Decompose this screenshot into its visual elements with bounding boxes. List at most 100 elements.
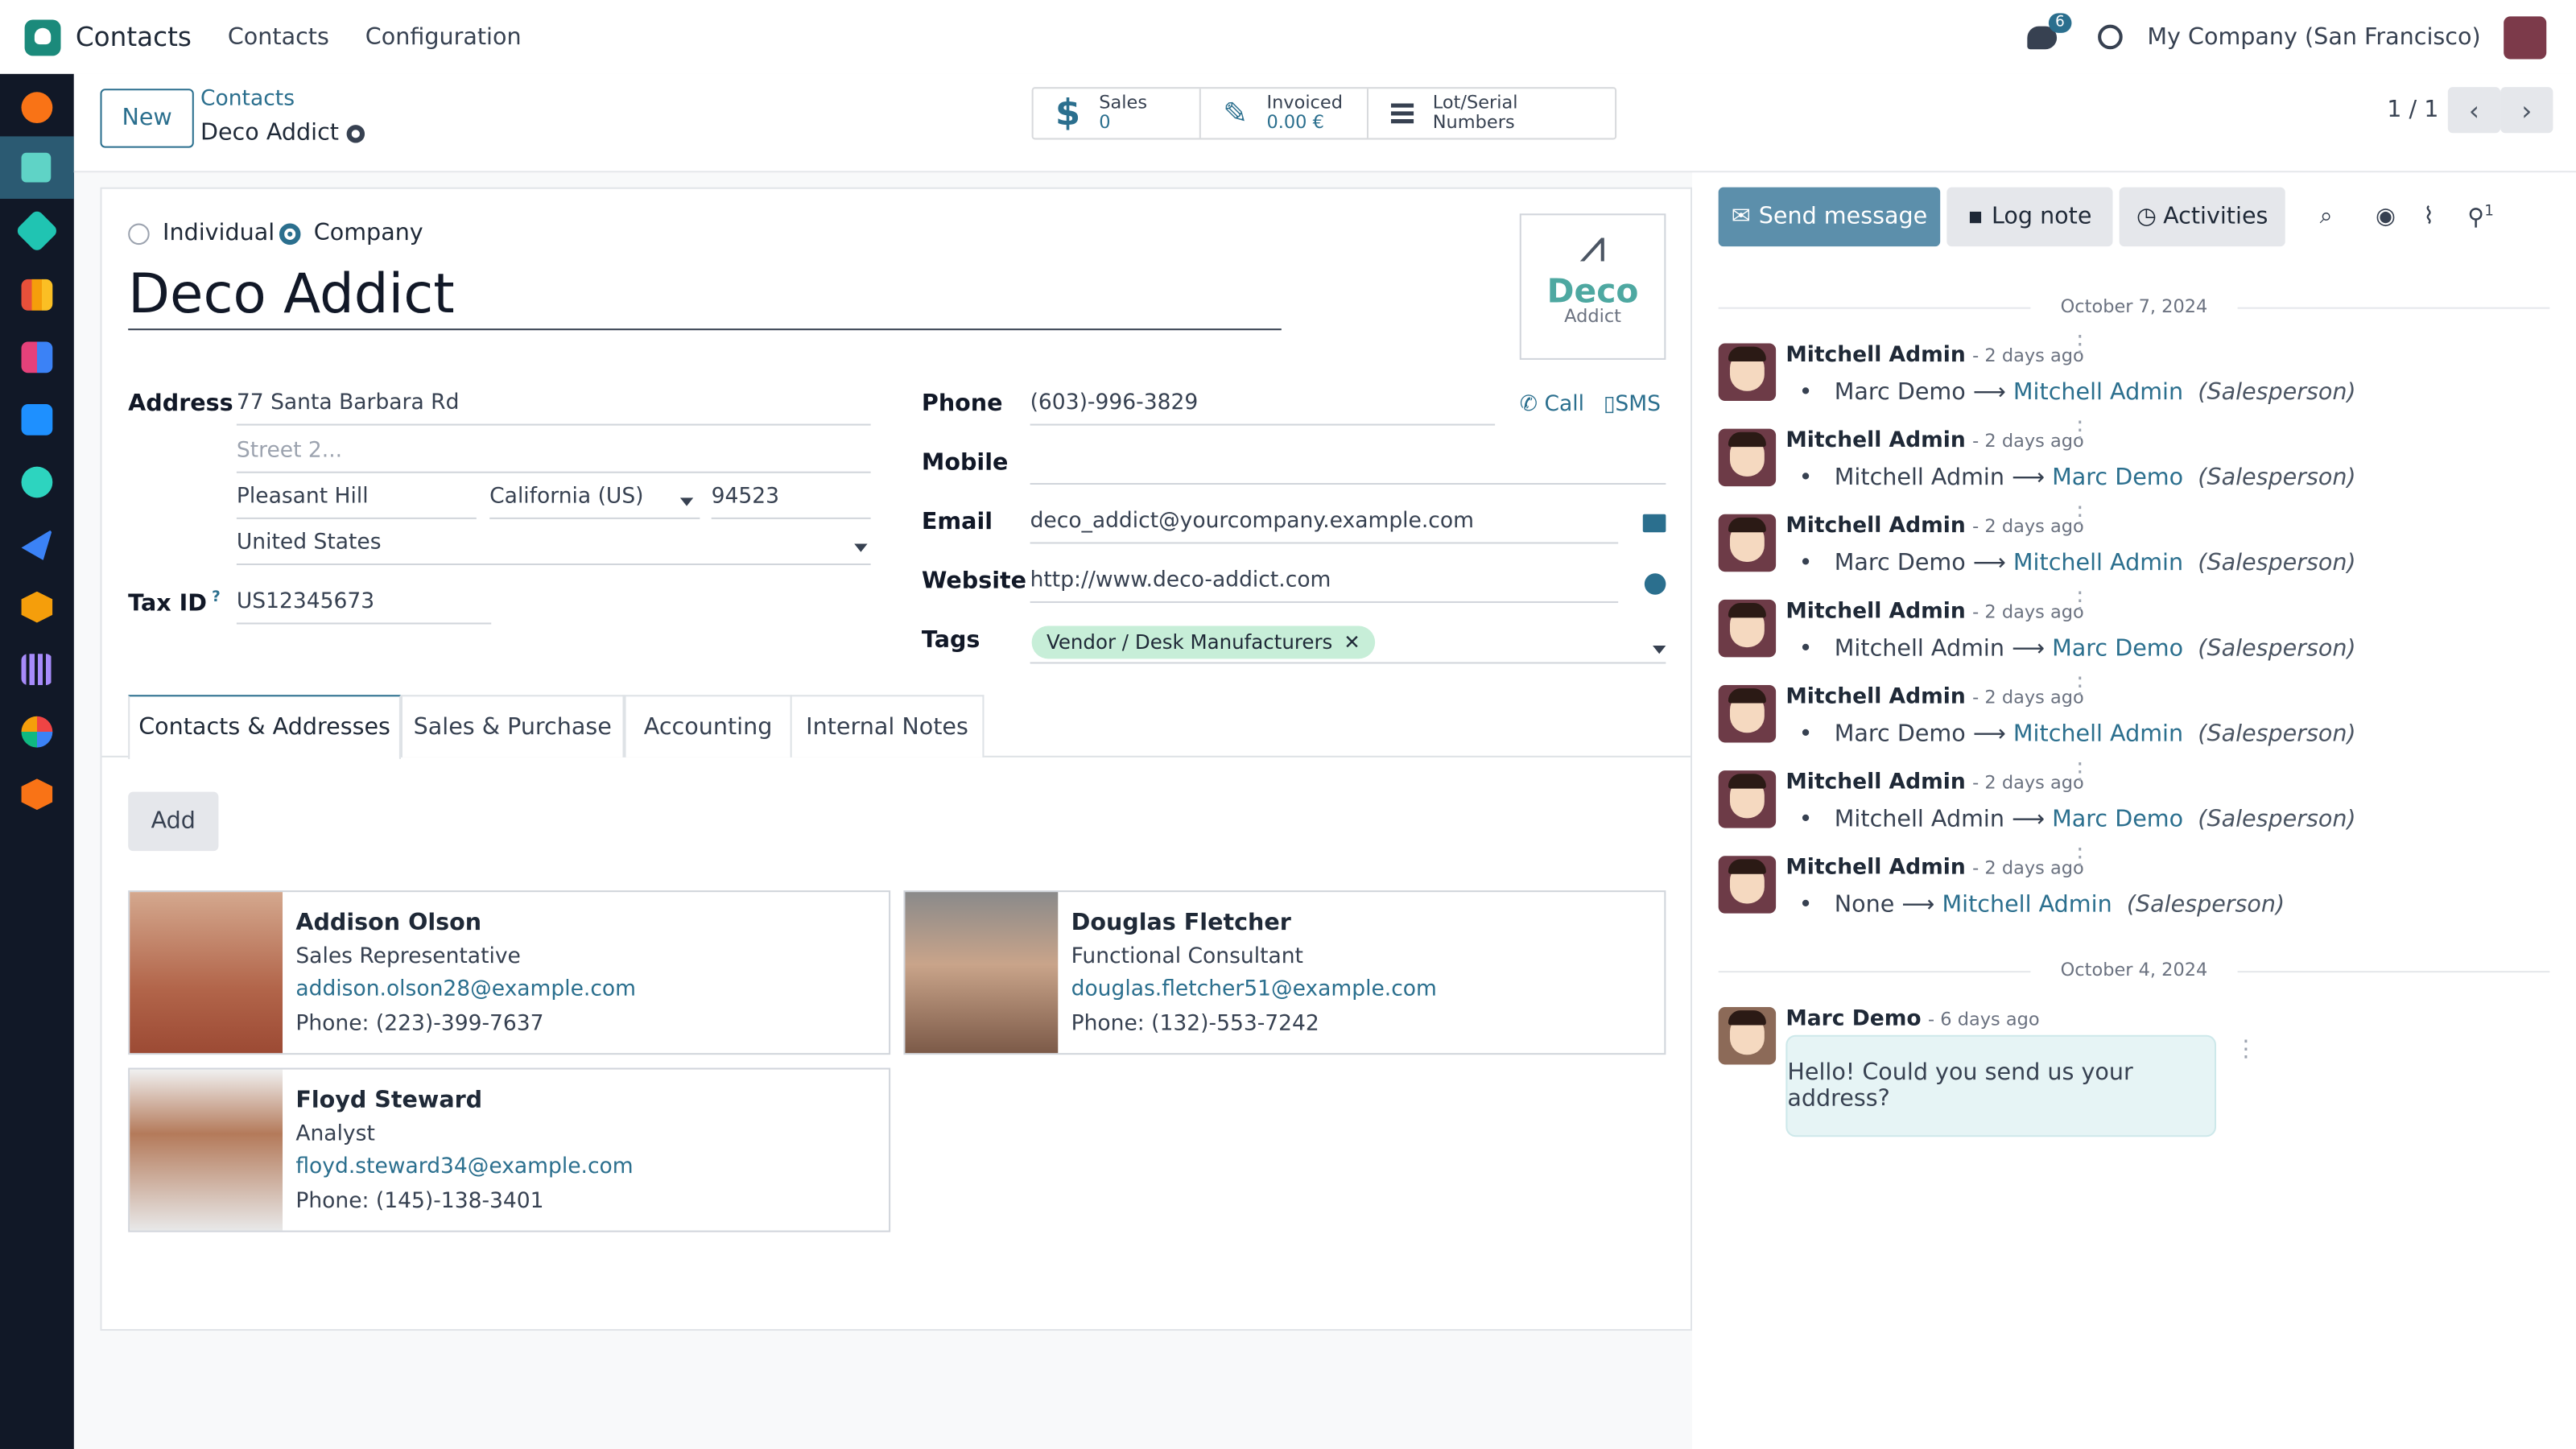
followers-icon[interactable]: ⚲1 — [2467, 204, 2494, 231]
control-panel: New Contacts Deco Addict $ Sales 0 ✎ Invo… — [73, 73, 2576, 173]
sales-smart-button[interactable]: $ Sales 0 — [1034, 89, 1201, 138]
more-options-icon[interactable]: ⋮ — [2068, 333, 2091, 357]
author-avatar[interactable] — [1718, 1007, 1777, 1065]
message-author[interactable]: Mitchell Admin — [1785, 770, 1965, 795]
app-name[interactable]: Contacts — [76, 22, 192, 53]
author-avatar[interactable] — [1718, 685, 1777, 743]
pager-next-button[interactable]: › — [2500, 87, 2553, 134]
discuss-app-icon[interactable] — [21, 92, 53, 124]
tracking-value: • Mitchell Admin ⟶ Marc Demo (Salesperso… — [1798, 464, 2356, 492]
message-author[interactable]: Mitchell Admin — [1785, 514, 1965, 539]
email-marketing-icon[interactable] — [21, 529, 53, 560]
activity-clock-icon[interactable] — [2098, 24, 2123, 50]
taxid-input[interactable]: US12345673 — [236, 585, 492, 625]
call-button[interactable]: ✆ Call — [1520, 393, 1584, 418]
barcode-icon[interactable] — [21, 654, 53, 686]
contact-email[interactable]: addison.olson28@example.com — [295, 974, 636, 1008]
message-author[interactable]: Mitchell Admin — [1785, 685, 1965, 710]
email-input[interactable]: deco_addict@yourcompany.example.com — [1030, 505, 1619, 544]
user-avatar[interactable] — [2504, 15, 2547, 59]
close-icon[interactable]: ✕ — [1344, 631, 1360, 654]
message-author[interactable]: Mitchell Admin — [1785, 600, 1965, 625]
sms-button[interactable]: ▯SMS — [1604, 393, 1661, 418]
pager-previous-button[interactable]: ‹ — [2447, 87, 2501, 134]
apps-store-icon[interactable] — [21, 778, 53, 811]
inventory-wave-icon[interactable] — [21, 466, 53, 498]
more-options-icon[interactable]: ⋮ — [2068, 846, 2091, 869]
settings-wheel-icon[interactable] — [21, 716, 53, 748]
sales-tag-icon[interactable] — [14, 208, 60, 254]
tab-contacts-addresses[interactable]: Contacts & Addresses — [128, 695, 401, 759]
company-logo-image[interactable]: ⩘ Deco Addict — [1519, 213, 1666, 360]
old-value: Mitchell Admin — [1834, 464, 2004, 492]
type-individual-radio[interactable]: Individual — [128, 220, 275, 246]
author-avatar[interactable] — [1718, 856, 1777, 914]
more-options-icon[interactable]: ⋮ — [2068, 590, 2091, 613]
breadcrumb-parent[interactable]: Contacts — [200, 87, 295, 112]
discuss-chat-icon[interactable]: 6 — [2027, 12, 2071, 49]
state-select[interactable]: California (US) — [489, 480, 700, 519]
tab-accounting[interactable]: Accounting — [624, 695, 792, 758]
message-author[interactable]: Marc Demo — [1785, 1007, 1921, 1032]
tab-sales-purchase[interactable]: Sales & Purchase — [400, 695, 625, 758]
tab-internal-notes[interactable]: Internal Notes — [790, 695, 985, 758]
invoiced-smart-button[interactable]: ✎ Invoiced 0.00 € — [1201, 89, 1368, 138]
author-avatar[interactable] — [1718, 514, 1777, 572]
gear-icon[interactable] — [347, 124, 365, 142]
eye-icon[interactable]: ◉ — [2376, 204, 2396, 230]
company-switcher[interactable]: My Company (San Francisco) — [2147, 24, 2480, 51]
invoicing-icon[interactable] — [21, 404, 53, 436]
send-message-button[interactable]: ✉ Send message — [1718, 187, 1941, 247]
contact-card[interactable]: Addison Olson Sales Representative addis… — [128, 890, 891, 1055]
more-options-icon[interactable]: ⋮ — [2234, 1038, 2257, 1062]
reporting-chart-icon[interactable] — [21, 279, 53, 311]
street-input[interactable]: 77 Santa Barbara Rd — [236, 386, 871, 426]
contact-email[interactable]: floyd.steward34@example.com — [295, 1152, 633, 1186]
message-author[interactable]: Mitchell Admin — [1785, 856, 1965, 881]
new-button[interactable]: New — [100, 89, 194, 148]
new-value: Marc Demo — [2052, 807, 2184, 833]
author-avatar[interactable] — [1718, 428, 1777, 487]
help-icon[interactable]: ? — [212, 590, 221, 606]
old-value: Marc Demo — [1834, 550, 1966, 577]
log-note-button[interactable]: ▪ Log note — [1946, 187, 2113, 247]
city-input[interactable]: Pleasant Hill — [236, 480, 477, 519]
mobile-input[interactable] — [1030, 445, 1666, 485]
menu-configuration[interactable]: Configuration — [365, 24, 522, 51]
dashboard-grid-icon[interactable] — [21, 341, 53, 374]
phone-input[interactable]: (603)-996-3829 — [1030, 386, 1496, 426]
add-contact-button[interactable]: Add — [128, 791, 219, 852]
country-select[interactable]: United States — [236, 526, 871, 566]
contact-email[interactable]: douglas.fletcher51@example.com — [1071, 974, 1437, 1008]
more-options-icon[interactable]: ⋮ — [2068, 675, 2091, 699]
inventory-box-icon[interactable] — [21, 591, 53, 623]
paperclip-icon[interactable]: ⌇ — [2423, 204, 2434, 230]
lot-serial-smart-button[interactable]: ≡ Lot/Serial Numbers — [1368, 89, 1615, 138]
author-avatar[interactable] — [1718, 770, 1777, 828]
message-author[interactable]: Mitchell Admin — [1785, 429, 1965, 454]
author-avatar[interactable] — [1718, 343, 1777, 401]
menu-contacts[interactable]: Contacts — [228, 24, 329, 51]
contacts-app-icon[interactable] — [24, 19, 61, 56]
contact-card[interactable]: Floyd Steward Analyst floyd.steward34@ex… — [128, 1067, 891, 1232]
more-options-icon[interactable]: ⋮ — [2068, 419, 2091, 442]
more-options-icon[interactable]: ⋮ — [2068, 505, 2091, 528]
list-icon: ≡ — [1387, 93, 1418, 134]
search-icon[interactable]: ⌕ — [2320, 204, 2333, 230]
type-company-radio[interactable]: Company — [279, 220, 423, 246]
website-input[interactable]: http://www.deco-addict.com — [1030, 564, 1619, 603]
contact-card[interactable]: Douglas Fletcher Functional Consultant d… — [903, 890, 1666, 1055]
envelope-icon[interactable] — [1642, 514, 1666, 533]
street2-input[interactable]: Street 2... — [236, 434, 871, 473]
globe-icon[interactable] — [1644, 573, 1666, 595]
activities-button[interactable]: ◷ Activities — [2119, 187, 2285, 247]
contacts-app-icon-active[interactable] — [0, 136, 74, 199]
zip-input[interactable]: 94523 — [711, 480, 871, 519]
author-avatar[interactable] — [1718, 599, 1777, 658]
message-header: Mitchell Admin - 2 days ago — [1785, 685, 2083, 710]
pager-value[interactable]: 1 / 1 — [2387, 97, 2438, 123]
more-options-icon[interactable]: ⋮ — [2068, 761, 2091, 784]
message-author[interactable]: Mitchell Admin — [1785, 344, 1965, 369]
old-value: None — [1834, 892, 1895, 919]
partner-name-input[interactable]: Deco Addict — [128, 261, 1282, 331]
